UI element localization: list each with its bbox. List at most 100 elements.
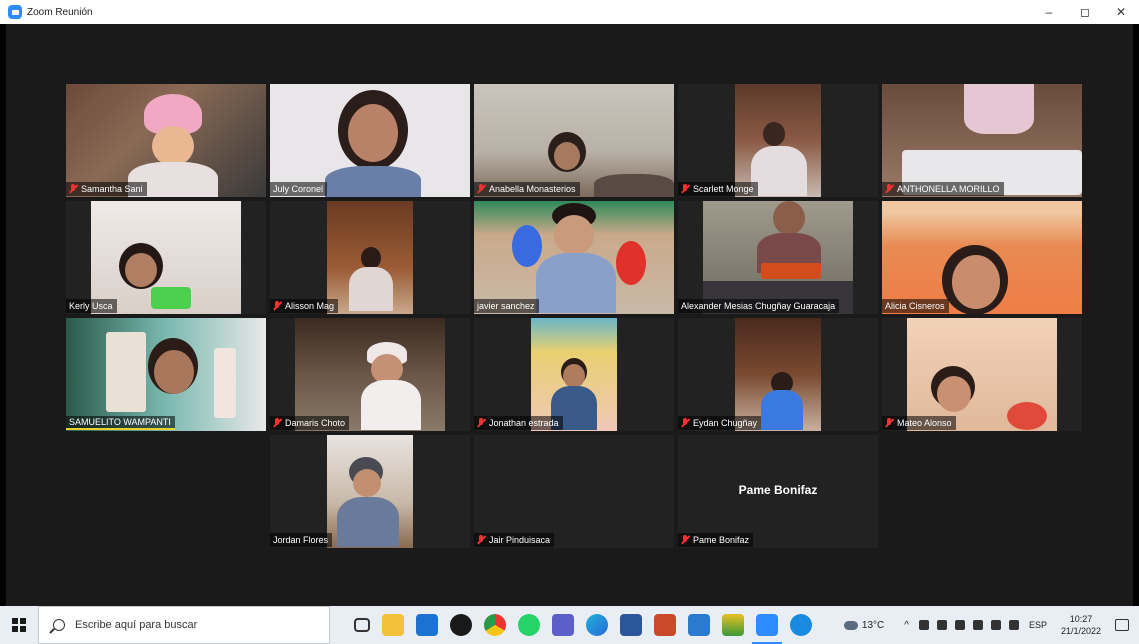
clock-time: 10:27: [1069, 614, 1093, 624]
participant-tile[interactable]: Jordan Flores: [270, 435, 470, 548]
participant-tile[interactable]: Eydan Chugñay: [678, 318, 878, 431]
file-explorer-icon[interactable]: [382, 614, 404, 636]
chrome-icon[interactable]: [484, 614, 506, 636]
mic-muted-icon: [681, 535, 690, 545]
participant-name: Mateo Alonso: [882, 416, 956, 430]
participant-name: Scarlett Monge: [678, 182, 758, 196]
participant-name: ANTHONELLA MORILLO: [882, 182, 1004, 196]
start-button[interactable]: [0, 606, 38, 644]
participant-tile[interactable]: Jair Pinduisaca: [474, 435, 674, 548]
zoom-app-icon: [8, 5, 22, 19]
participant-tile-active-speaker[interactable]: Alicia Cisneros: [882, 201, 1082, 314]
participant-tile[interactable]: Mateo Alonso: [882, 318, 1082, 431]
participant-tile[interactable]: July Coronel: [270, 84, 470, 197]
mail-icon[interactable]: [416, 614, 438, 636]
mic-muted-icon: [477, 418, 486, 428]
participant-video: [327, 201, 413, 314]
participant-name: SAMUELITO WAMPANTI: [66, 416, 175, 430]
gallery-view: Samantha Sani July Coronel Anabella Mona…: [6, 24, 1133, 606]
minimize-button[interactable]: –: [1031, 0, 1067, 24]
participant-name: July Coronel: [270, 182, 328, 196]
mic-muted-icon: [681, 418, 690, 428]
participant-tile[interactable]: Alisson Mag: [270, 201, 470, 314]
mic-muted-icon: [69, 184, 78, 194]
stack-icon[interactable]: [722, 614, 744, 636]
participant-tile[interactable]: Pame Bonifaz Pame Bonifaz: [678, 435, 878, 548]
participant-name: Samantha Sani: [66, 182, 147, 196]
teams-icon[interactable]: [552, 614, 574, 636]
mic-muted-icon: [477, 184, 486, 194]
participant-tile[interactable]: ANTHONELLA MORILLO: [882, 84, 1082, 197]
show-hidden-icons-button[interactable]: ^: [904, 620, 909, 631]
participant-name: Jonathan estrada: [474, 416, 563, 430]
notifications-icon[interactable]: [1115, 619, 1129, 631]
search-placeholder: Escribe aquí para buscar: [75, 619, 198, 631]
participant-video: [91, 201, 241, 314]
app-icon[interactable]: [654, 614, 676, 636]
participant-video: [270, 84, 470, 197]
participant-name: Eydan Chugñay: [678, 416, 762, 430]
participant-video: [735, 84, 821, 197]
github-icon[interactable]: [450, 614, 472, 636]
participant-name: Alisson Mag: [270, 299, 339, 313]
cloud-icon: [843, 620, 858, 630]
word-icon[interactable]: [620, 614, 642, 636]
participant-tile[interactable]: Kerly Usca: [66, 201, 266, 314]
language-indicator[interactable]: ESP: [1029, 620, 1047, 630]
clock[interactable]: 10:27 21/1/2022: [1061, 613, 1101, 637]
participant-video: [327, 435, 413, 548]
chat-icon[interactable]: [790, 614, 812, 636]
window-title: Zoom Reunión: [27, 6, 93, 18]
title-bar: Zoom Reunión – ◻ ✕: [0, 0, 1139, 24]
participant-name: Damaris Choto: [270, 416, 350, 430]
mic-muted-icon: [273, 418, 282, 428]
participant-tile[interactable]: Anabella Monasterios: [474, 84, 674, 197]
participant-tile[interactable]: Damaris Choto: [270, 318, 470, 431]
battery-icon[interactable]: [990, 620, 1001, 630]
system-tray: 13°C ^ ESP 10:27 21/1/2022: [843, 606, 1139, 644]
whatsapp-icon[interactable]: [518, 614, 540, 636]
task-view-icon[interactable]: [354, 618, 370, 632]
windows-taskbar: Escribe aquí para buscar 13°C ^ ESP 10:2…: [0, 606, 1139, 644]
participant-name: Jordan Flores: [270, 533, 333, 547]
mic-muted-icon: [477, 535, 486, 545]
windows-logo-icon: [12, 618, 26, 632]
participant-video: [907, 318, 1057, 431]
zoom-icon[interactable]: [752, 614, 782, 644]
weather-widget[interactable]: 13°C: [843, 620, 884, 631]
participant-name: Alexander Mesias Chugñay Guaracaja: [678, 299, 840, 313]
participant-video: [66, 84, 266, 197]
edge-icon[interactable]: [586, 614, 608, 636]
mic-muted-icon: [681, 184, 690, 194]
participant-video: [474, 201, 674, 314]
onedrive-icon[interactable]: [954, 620, 965, 630]
participant-name: javier sanchez: [474, 299, 539, 313]
participant-tile[interactable]: Jonathan estrada: [474, 318, 674, 431]
participant-display-name: Pame Bonifaz: [738, 483, 818, 497]
participant-tile[interactable]: Alexander Mesias Chugñay Guaracaja: [678, 201, 878, 314]
volume-icon[interactable]: [1008, 620, 1019, 630]
taskbar-search-box[interactable]: Escribe aquí para buscar: [38, 606, 330, 644]
participant-name: Jair Pinduisaca: [474, 533, 555, 547]
participant-tile[interactable]: Scarlett Monge: [678, 84, 878, 197]
participant-video: [882, 201, 1082, 314]
restore-button[interactable]: ◻: [1067, 0, 1103, 24]
clock-date: 21/1/2022: [1060, 626, 1101, 636]
participant-tile[interactable]: SAMUELITO WAMPANTI: [66, 318, 266, 431]
usb-icon[interactable]: [936, 620, 947, 630]
participant-video: [474, 84, 674, 197]
mic-muted-icon: [273, 301, 282, 311]
participant-video: [295, 318, 445, 431]
search-icon: [53, 619, 65, 631]
participant-video: [531, 318, 617, 431]
participant-name: Anabella Monasterios: [474, 182, 580, 196]
close-button[interactable]: ✕: [1103, 0, 1139, 24]
mic-icon[interactable]: [972, 620, 983, 630]
participant-video: [735, 318, 821, 431]
notepad-icon[interactable]: [688, 614, 710, 636]
participant-tile[interactable]: Samantha Sani: [66, 84, 266, 197]
participant-tile[interactable]: javier sanchez: [474, 201, 674, 314]
mic-muted-icon: [885, 184, 894, 194]
participant-video: [703, 201, 853, 314]
network-icon[interactable]: [918, 620, 929, 630]
